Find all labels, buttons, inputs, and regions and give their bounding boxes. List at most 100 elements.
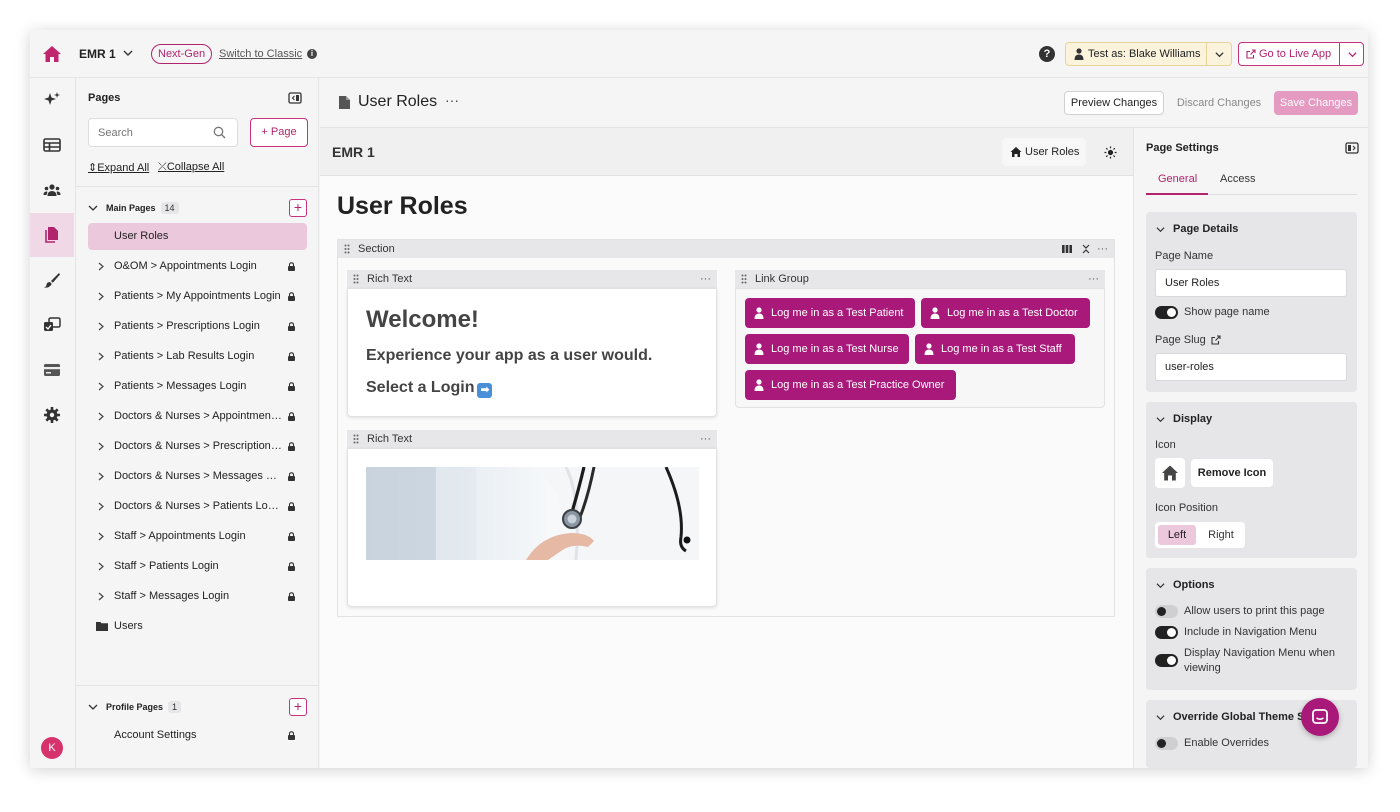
rich-text-toolbar[interactable]: Rich Text ··· bbox=[347, 430, 717, 448]
home-icon[interactable] bbox=[42, 44, 62, 64]
rail-users[interactable] bbox=[30, 168, 74, 212]
test-as-button[interactable]: Test as: Blake Williams bbox=[1065, 42, 1207, 66]
section-block[interactable]: Section ··· Rich Text ··· Welcome! Exper… bbox=[337, 239, 1115, 617]
add-main-page-button[interactable]: + bbox=[289, 199, 307, 217]
rail-features[interactable] bbox=[30, 303, 74, 347]
link-group-toolbar[interactable]: Link Group ··· bbox=[735, 270, 1105, 288]
login-test-doctor-button[interactable]: Log me in as a Test Doctor bbox=[921, 298, 1090, 328]
rail-data-tables[interactable] bbox=[30, 123, 74, 167]
page-item[interactable]: Patients > My Appointments Login bbox=[88, 283, 307, 310]
help-icon[interactable]: ? bbox=[1039, 46, 1055, 62]
rich-text-welcome-card[interactable]: Welcome! Experience your app as a user w… bbox=[347, 288, 717, 417]
login-test-practice-owner-button[interactable]: Log me in as a Test Practice Owner bbox=[745, 370, 956, 400]
page-item[interactable]: Doctors & Nurses > Patients Login bbox=[88, 493, 307, 520]
include-navigation-toggle[interactable] bbox=[1155, 626, 1178, 639]
chevron-right-icon[interactable] bbox=[97, 502, 105, 511]
tab-general[interactable]: General bbox=[1158, 173, 1197, 185]
more-options-icon[interactable]: ··· bbox=[700, 430, 711, 448]
switch-to-classic-link[interactable]: Switch to Classic bbox=[219, 48, 302, 60]
icon-position-right[interactable]: Right bbox=[1201, 525, 1241, 545]
chat-support-button[interactable] bbox=[1301, 698, 1339, 736]
options-header[interactable]: Options bbox=[1156, 579, 1215, 591]
save-changes-button[interactable]: Save Changes bbox=[1274, 91, 1358, 115]
page-item[interactable]: Doctors & Nurses > Prescriptions Login bbox=[88, 433, 307, 460]
sun-icon[interactable] bbox=[1104, 146, 1117, 159]
add-profile-page-button[interactable]: + bbox=[289, 698, 307, 716]
chevron-right-icon[interactable] bbox=[97, 592, 105, 601]
display-header[interactable]: Display bbox=[1156, 413, 1212, 425]
go-to-live-app-button[interactable]: Go to Live App bbox=[1238, 42, 1340, 66]
rail-ai-assistant[interactable] bbox=[30, 78, 74, 122]
folder-item-users[interactable]: Users bbox=[88, 613, 307, 640]
page-item[interactable]: Patients > Prescriptions Login bbox=[88, 313, 307, 340]
page-item[interactable]: Doctors & Nurses > Messages Login bbox=[88, 463, 307, 490]
info-icon[interactable]: i bbox=[307, 49, 317, 59]
chevron-right-icon[interactable] bbox=[97, 412, 105, 421]
drag-handle-icon[interactable] bbox=[353, 434, 359, 444]
page-item[interactable]: Staff > Appointments Login bbox=[88, 523, 307, 550]
user-avatar[interactable]: K bbox=[41, 737, 63, 759]
display-navigation-toggle[interactable] bbox=[1155, 654, 1178, 667]
override-theme-header[interactable]: Override Global Theme St bbox=[1156, 711, 1308, 723]
page-slug-input[interactable] bbox=[1155, 353, 1347, 381]
drag-handle-icon[interactable] bbox=[353, 274, 359, 284]
page-item[interactable]: O&OM > Appointments Login bbox=[88, 253, 307, 280]
rail-branding[interactable] bbox=[30, 258, 74, 302]
drag-handle-icon[interactable] bbox=[741, 274, 747, 284]
preview-changes-button[interactable]: Preview Changes bbox=[1064, 91, 1164, 115]
external-link-icon[interactable] bbox=[1211, 335, 1221, 345]
chevron-right-icon[interactable] bbox=[97, 442, 105, 451]
page-name-input[interactable] bbox=[1155, 269, 1347, 297]
chevron-right-icon[interactable] bbox=[97, 472, 105, 481]
chevron-right-icon[interactable] bbox=[97, 292, 105, 301]
login-test-staff-button[interactable]: Log me in as a Test Staff bbox=[915, 334, 1075, 364]
canvas-nav-user-roles[interactable]: User Roles bbox=[1002, 138, 1086, 166]
page-item-user-roles[interactable]: User Roles bbox=[88, 223, 307, 250]
more-options-icon[interactable]: ··· bbox=[1097, 240, 1108, 258]
collapse-panel-icon[interactable] bbox=[288, 92, 302, 104]
icon-position-left[interactable]: Left bbox=[1158, 525, 1196, 545]
profile-pages-group[interactable]: Profile Pages 1 bbox=[88, 698, 182, 716]
page-item[interactable]: Patients > Messages Login bbox=[88, 373, 307, 400]
live-app-dropdown[interactable] bbox=[1339, 42, 1364, 66]
page-item[interactable]: Staff > Patients Login bbox=[88, 553, 307, 580]
more-options-icon[interactable]: ··· bbox=[700, 270, 711, 288]
collapse-arrows-icon[interactable] bbox=[1081, 244, 1091, 254]
chevron-right-icon[interactable] bbox=[97, 352, 105, 361]
page-item[interactable]: Doctors & Nurses > Appointments Login bbox=[88, 403, 307, 430]
drag-handle-icon[interactable] bbox=[344, 244, 350, 254]
page-item[interactable]: Patients > Lab Results Login bbox=[88, 343, 307, 370]
more-options-icon[interactable]: ··· bbox=[445, 92, 459, 108]
allow-print-toggle[interactable] bbox=[1155, 605, 1178, 618]
section-toolbar[interactable]: Section ··· bbox=[338, 240, 1114, 258]
expand-all-link[interactable]: ⇕Expand All bbox=[88, 161, 149, 174]
login-test-nurse-button[interactable]: Log me in as a Test Nurse bbox=[745, 334, 909, 364]
rail-pages[interactable] bbox=[30, 213, 74, 257]
collapse-all-link[interactable]: ⤫Collapse All bbox=[158, 161, 224, 174]
chevron-right-icon[interactable] bbox=[97, 322, 105, 331]
rail-billing[interactable] bbox=[30, 348, 74, 392]
rail-settings[interactable] bbox=[30, 393, 74, 437]
chevron-right-icon[interactable] bbox=[97, 382, 105, 391]
enable-overrides-toggle[interactable] bbox=[1155, 737, 1178, 750]
page-item[interactable]: Staff > Messages Login bbox=[88, 583, 307, 610]
page-details-header[interactable]: Page Details bbox=[1156, 223, 1238, 235]
rich-text-image-card[interactable] bbox=[347, 448, 717, 607]
more-options-icon[interactable]: ··· bbox=[1088, 270, 1099, 288]
main-pages-group[interactable]: Main Pages 14 bbox=[88, 199, 179, 217]
show-page-name-toggle[interactable] bbox=[1155, 306, 1178, 319]
app-name[interactable]: EMR 1 bbox=[79, 47, 116, 61]
rich-text-toolbar[interactable]: Rich Text ··· bbox=[347, 270, 717, 288]
icon-picker[interactable] bbox=[1155, 458, 1185, 488]
add-page-button[interactable]: + Page bbox=[250, 118, 308, 147]
page-item-account-settings[interactable]: Account Settings bbox=[88, 722, 307, 749]
login-test-patient-button[interactable]: Log me in as a Test Patient bbox=[745, 298, 915, 328]
collapse-panel-icon[interactable] bbox=[1345, 142, 1359, 154]
chevron-right-icon[interactable] bbox=[97, 562, 105, 571]
test-as-dropdown[interactable] bbox=[1207, 42, 1232, 66]
discard-changes-button[interactable]: Discard Changes bbox=[1173, 91, 1265, 115]
remove-icon-button[interactable]: Remove Icon bbox=[1191, 459, 1273, 487]
chevron-right-icon[interactable] bbox=[97, 262, 105, 271]
tab-access[interactable]: Access bbox=[1220, 173, 1255, 185]
chevron-right-icon[interactable] bbox=[97, 532, 105, 541]
